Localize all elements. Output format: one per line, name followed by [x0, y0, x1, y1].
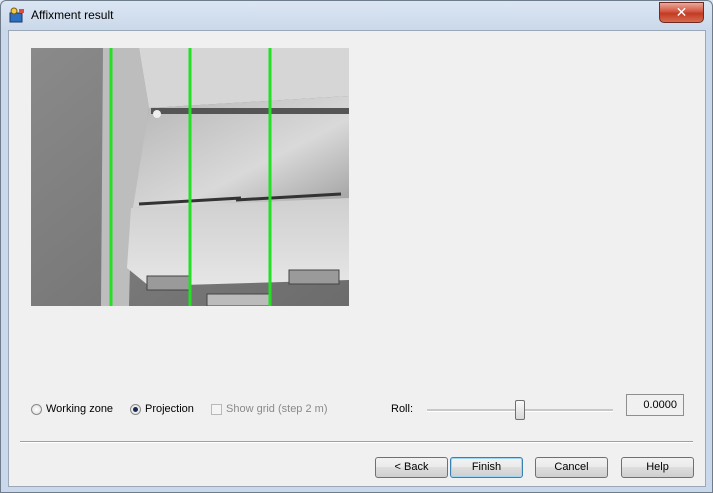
checkbox-unchecked-icon — [211, 403, 222, 415]
camera-app-icon — [9, 7, 24, 23]
roll-label: Roll: — [391, 403, 414, 415]
roll-slider[interactable] — [427, 399, 613, 421]
show-grid-label: Show grid (step 2 m) — [226, 403, 328, 415]
license-plate — [206, 293, 272, 306]
slider-thumb[interactable] — [515, 400, 525, 420]
radio-unselected-icon — [31, 403, 42, 415]
options-row: Working zone Projection Show grid (step … — [9, 394, 705, 421]
projection-radio[interactable]: Projection — [130, 403, 194, 415]
projection-label: Projection — [145, 403, 194, 415]
back-button[interactable]: < Back — [375, 457, 448, 478]
roll-value-field[interactable]: 0.0000 — [626, 394, 684, 416]
close-button[interactable]: ✕ — [659, 2, 704, 23]
mirror-mount — [153, 110, 161, 118]
dialog-client-area: Working zone Projection Show grid (step … — [8, 30, 706, 487]
close-icon: ✕ — [675, 4, 688, 20]
window-title: Affixment result — [31, 8, 114, 22]
title-bar[interactable]: Affixment result ✕ — [1, 1, 712, 29]
preview-canvas — [31, 48, 349, 306]
working-zone-radio[interactable]: Working zone — [31, 403, 113, 415]
working-zone-label: Working zone — [46, 403, 114, 415]
dashboard-shadow — [151, 108, 349, 114]
dialog-window: Affixment result ✕ Working zone Projecti… — [0, 0, 713, 493]
show-grid-checkbox[interactable]: Show grid (step 2 m) — [211, 403, 327, 415]
cancel-button[interactable]: Cancel — [535, 457, 608, 478]
headlight-left — [146, 275, 192, 291]
camera-preview-image — [31, 48, 349, 306]
radio-selected-icon — [130, 403, 141, 415]
finish-button[interactable]: Finish — [450, 457, 523, 478]
headlight-right — [288, 269, 340, 285]
help-button[interactable]: Help — [621, 457, 694, 478]
divider — [20, 441, 693, 443]
